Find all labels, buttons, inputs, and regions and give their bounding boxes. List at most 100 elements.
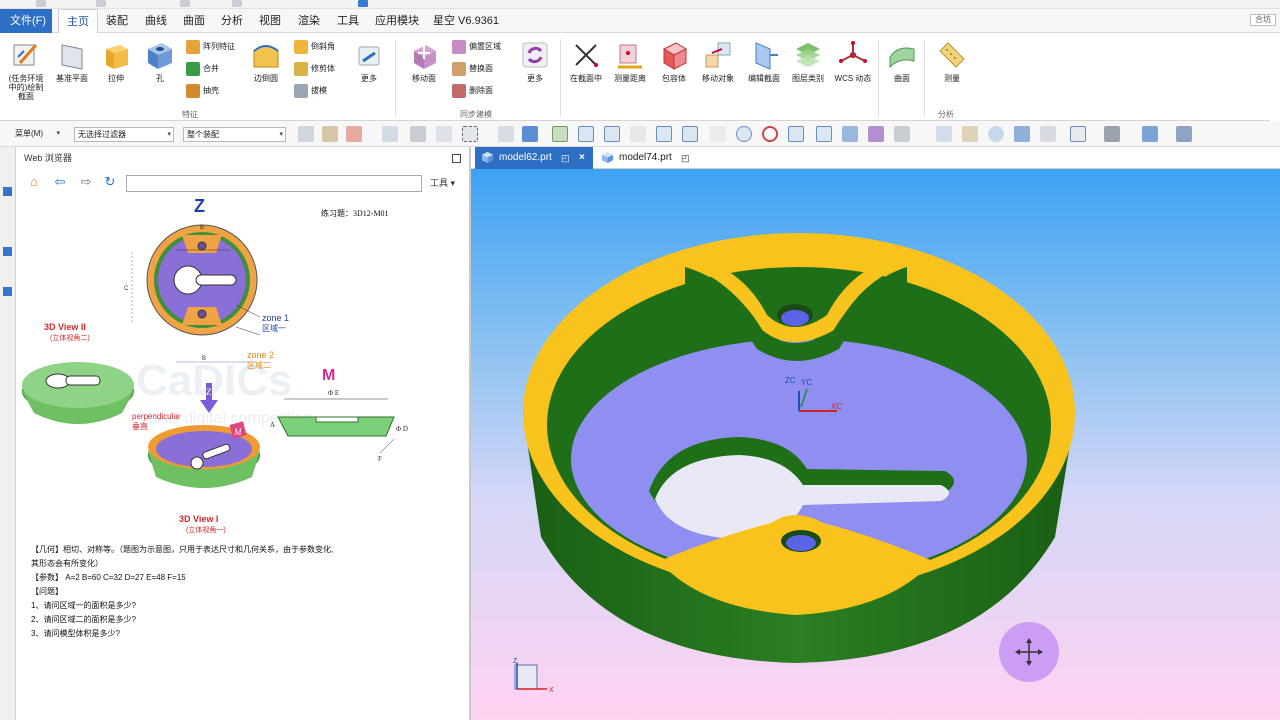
chamfer-button[interactable]: 倒斜角 (294, 39, 335, 55)
snap-icon[interactable] (298, 126, 314, 142)
rectangle-select-icon[interactable] (462, 126, 478, 142)
measure-button[interactable]: 测量 (932, 39, 972, 83)
menu-button[interactable]: 菜单(M) ▾ (12, 127, 62, 142)
center-icon[interactable] (736, 126, 752, 142)
part-model[interactable]: ZC YC XC Z X (471, 169, 1280, 720)
tools-menu[interactable]: 工具 ▾ (430, 176, 455, 189)
datum-plane-icon (61, 44, 83, 70)
url-input[interactable] (126, 175, 422, 192)
measure-distance-button[interactable]: 测量距离 (610, 39, 650, 83)
point-icon[interactable] (346, 126, 362, 142)
pattern-feature-label: 阵列特征 (203, 42, 235, 51)
section-label: 在截面中 (570, 74, 602, 83)
tab-home[interactable]: 主页 (58, 9, 98, 34)
curve-icon[interactable] (630, 126, 646, 142)
orient-icon[interactable] (1040, 126, 1056, 142)
pick-icon[interactable] (382, 126, 398, 142)
replace-face-button[interactable]: 替换面 (452, 61, 493, 77)
tab-file[interactable]: 文件(F) (0, 9, 52, 33)
fit-icon[interactable] (936, 126, 952, 142)
datum-plane-button[interactable]: 基准平面 (52, 39, 92, 83)
layer-icon[interactable] (868, 126, 884, 142)
wcs-dynamic-button[interactable]: WCS 动态 (832, 39, 874, 83)
view-i-drawing: M 3D View I (立体视角一) (148, 421, 260, 534)
selection-filter-select[interactable]: 无选择过滤器 ▾ (74, 127, 174, 142)
3d-canvas[interactable]: ZC YC XC Z X (471, 169, 1280, 720)
navigator-icon[interactable] (3, 187, 12, 196)
bounding-body-button[interactable]: 包容体 (654, 39, 694, 83)
shading-icon[interactable] (1104, 126, 1120, 142)
crosshair-icon[interactable] (788, 126, 804, 142)
refresh-icon[interactable]: ↻ (102, 174, 118, 190)
draft-button[interactable]: 拔模 (294, 83, 327, 99)
pan-icon[interactable] (1014, 126, 1030, 142)
tab-xingkong[interactable]: 星空 V6.9361 (433, 9, 499, 33)
table-icon[interactable] (894, 126, 910, 142)
line-icon[interactable] (578, 126, 594, 142)
replace-face-icon (452, 61, 466, 76)
options-icon[interactable] (1176, 126, 1192, 142)
midpoint-icon[interactable] (604, 126, 620, 142)
pan-cursor[interactable] (999, 622, 1059, 682)
spline-icon[interactable] (656, 126, 672, 142)
gear-icon[interactable] (436, 126, 452, 142)
arc-icon[interactable] (410, 126, 426, 142)
tab-tools[interactable]: 工具 (337, 9, 359, 33)
surface-button[interactable]: 曲面 (884, 39, 920, 83)
maximize-icon[interactable] (452, 154, 461, 163)
copy-icon[interactable] (180, 0, 190, 7)
edge-blend-button[interactable]: 边倒圆 (246, 39, 286, 83)
move-face-button[interactable]: 移动面 (404, 39, 444, 83)
save-icon[interactable] (36, 0, 46, 7)
circle-icon[interactable] (762, 126, 778, 142)
tab-curve[interactable]: 曲线 (145, 9, 167, 33)
close-icon[interactable]: × (579, 147, 585, 169)
tab-surface[interactable]: 曲面 (183, 9, 205, 33)
intersect-icon[interactable] (710, 126, 726, 142)
doc-tab-model62[interactable]: model62.prt ◰ × (475, 147, 593, 169)
zoom-icon[interactable] (962, 126, 978, 142)
offset-region-button[interactable]: 偏置区域 (452, 39, 501, 55)
extrude-button[interactable]: 拉伸 (96, 39, 136, 83)
doc-tab-model74[interactable]: model74.prt ◰ (595, 147, 695, 169)
snap-end-icon[interactable] (552, 126, 568, 142)
tab-assembly[interactable]: 装配 (106, 9, 128, 33)
more-features-button[interactable]: 更多 (350, 39, 388, 83)
wave-icon[interactable] (682, 126, 698, 142)
more-sync-button[interactable]: 更多 (516, 39, 554, 83)
hole-button[interactable]: 孔 (140, 39, 180, 83)
layer-category-button[interactable]: 图层类别 (788, 39, 828, 83)
move-object-button[interactable]: 移动对象 (698, 39, 738, 83)
pattern-feature-button[interactable]: 阵列特征 (186, 39, 235, 55)
delete-face-button[interactable]: 删除面 (452, 83, 493, 99)
trim-body-button[interactable]: 修剪体 (294, 61, 335, 77)
question-header: 【问题】 (31, 587, 63, 596)
unite-button[interactable]: 合并 (186, 61, 219, 77)
cube-icon[interactable] (1142, 126, 1158, 142)
dim-c-label: C (124, 286, 129, 292)
shell-button[interactable]: 抽壳 (186, 83, 219, 99)
tab-render[interactable]: 渲染 (298, 9, 320, 33)
tab-applications[interactable]: 应用模块 (375, 9, 419, 33)
part-navigator-icon[interactable] (3, 247, 12, 256)
back-icon[interactable]: ⇦ (52, 174, 68, 190)
render-style-icon[interactable] (1070, 126, 1086, 142)
part-icon[interactable] (498, 126, 514, 142)
window-icon[interactable] (232, 0, 242, 7)
undo-icon[interactable] (96, 0, 106, 7)
section-icon (575, 44, 598, 67)
body-icon[interactable] (522, 126, 538, 142)
edit-section-button[interactable]: 编辑截面 (744, 39, 784, 83)
sketch-in-task-button[interactable]: (任务环境中的)绘制截面 (6, 39, 46, 101)
select-icon[interactable] (322, 126, 338, 142)
history-icon[interactable] (3, 287, 12, 296)
tab-analysis[interactable]: 分析 (221, 9, 243, 33)
tab-view[interactable]: 视图 (259, 9, 281, 33)
tangent-icon[interactable] (816, 126, 832, 142)
rotate-icon[interactable] (988, 126, 1004, 142)
view-icon[interactable] (842, 126, 858, 142)
home-icon[interactable]: ⌂ (26, 174, 42, 190)
scope-select[interactable]: 整个装配 ▾ (183, 127, 286, 142)
forward-icon[interactable]: ⇨ (78, 174, 94, 190)
section-button[interactable]: 在截面中 (566, 39, 606, 83)
